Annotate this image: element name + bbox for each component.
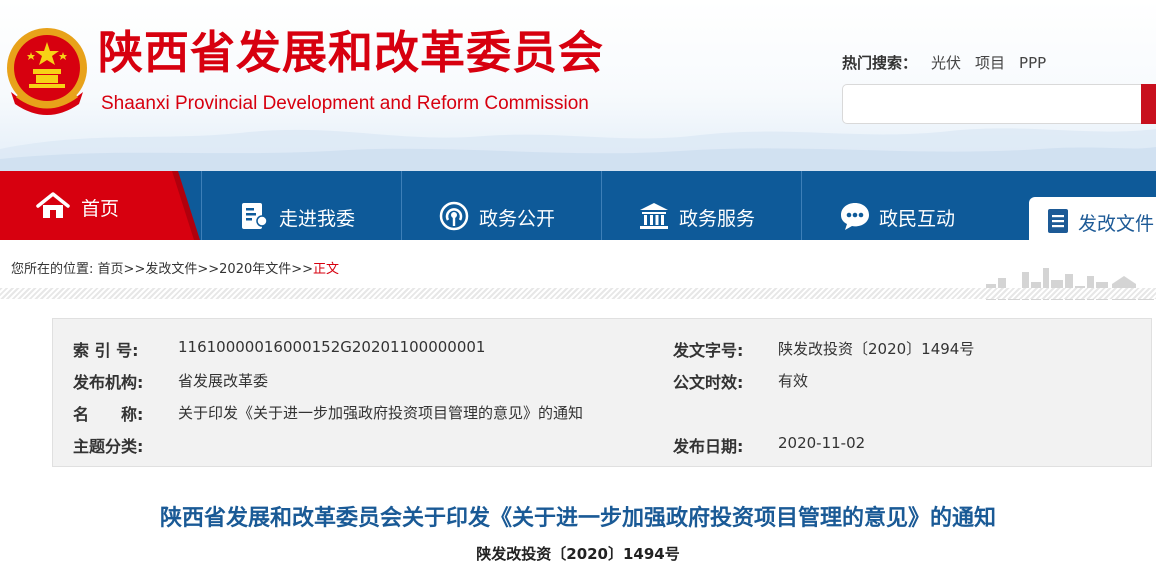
nav-item-about-label: 走进我委 [279,208,356,230]
document-user-icon [242,203,268,229]
breadcrumb-2020-documents[interactable]: 2020年文件 [219,262,291,277]
nav-item-public-affairs-label: 政务公开 [479,208,556,230]
search-box [842,84,1156,124]
nav-item-services-label: 政务服务 [679,208,756,230]
hot-search: 热门搜索： 光伏 项目 PPP [842,52,1046,73]
document-title: 陕西省发展和改革委员会关于印发《关于进一步加强政府投资项目管理的意见》的通知 [159,506,996,531]
nav-item-services[interactable]: 政务服务 [601,171,801,240]
site-header: 陕西省发展和改革委员会 Shaanxi Provincial Developme… [0,0,1156,171]
search-button[interactable] [1141,84,1156,124]
validity-label: 公文时效: [673,373,744,392]
site-subtitle: Shaanxi Provincial Development and Refor… [101,93,589,114]
nav-item-public-affairs[interactable]: 政务公开 [401,171,601,240]
home-icon [36,192,70,218]
hot-search-link-pv[interactable]: 光伏 [931,54,961,72]
government-building-icon [640,203,668,229]
issuer-value: 省发展改革委 [178,372,269,390]
nav-item-documents[interactable]: 发改文件 [1029,197,1156,240]
broadcast-icon [439,201,469,231]
nav-item-about[interactable]: 走进我委 [201,171,401,240]
hot-search-link-ppp[interactable]: PPP [1019,54,1046,72]
nav-home-label: 首页 [81,198,120,220]
nav-item-documents-label: 发改文件 [1078,213,1155,235]
search-input[interactable] [851,86,1141,122]
issuer-label: 发布机构: [73,373,144,392]
nav-home[interactable]: 首页 [0,171,200,240]
breadcrumb-separator: >> [123,262,146,277]
hot-search-link-project[interactable]: 项目 [975,54,1005,72]
breadcrumb: 您所在的位置: 首页>>发改文件>>2020年文件>>正文 [11,258,339,277]
breadcrumb-prefix: 您所在的位置: [11,262,94,277]
doc-number-label: 发文字号: [673,341,744,360]
hot-search-label: 热门搜索： [842,54,918,72]
breadcrumb-current: 正文 [313,262,340,277]
document-number: 陕发改投资〔2020〕1494号 [476,545,680,563]
nav-item-interaction-label: 政民互动 [879,208,956,230]
nav-item-interaction[interactable]: 政民互动 [801,171,1001,240]
divider-hatch [0,288,1156,299]
chat-bubble-icon [841,203,869,230]
index-value: 11610000016000152G20201100000001 [178,338,486,356]
name-value: 关于印发《关于进一步加强政府投资项目管理的意见》的通知 [178,404,584,422]
main-nav: 首页 走进我委 政务公开 政务服务 政民互动 [0,171,1156,240]
validity-value: 有效 [778,372,809,390]
doc-number-value: 陕发改投资〔2020〕1494号 [778,340,975,358]
breadcrumb-separator: >> [291,262,314,277]
topic-label: 主题分类: [73,437,144,456]
breadcrumb-home[interactable]: 首页 [98,262,124,277]
document-list-icon [1048,209,1068,233]
breadcrumb-documents[interactable]: 发改文件 [145,262,197,277]
document-metadata: 索 引 号: 11610000016000152G20201100000001 … [52,318,1152,467]
national-emblem-icon [7,28,87,115]
index-label: 索 引 号: [73,341,139,360]
publish-date-value: 2020-11-02 [778,434,866,452]
site-title: 陕西省发展和改革委员会 [98,26,605,79]
breadcrumb-separator: >> [197,262,220,277]
name-label: 名 称: [73,405,144,424]
publish-date-label: 发布日期: [673,437,744,456]
